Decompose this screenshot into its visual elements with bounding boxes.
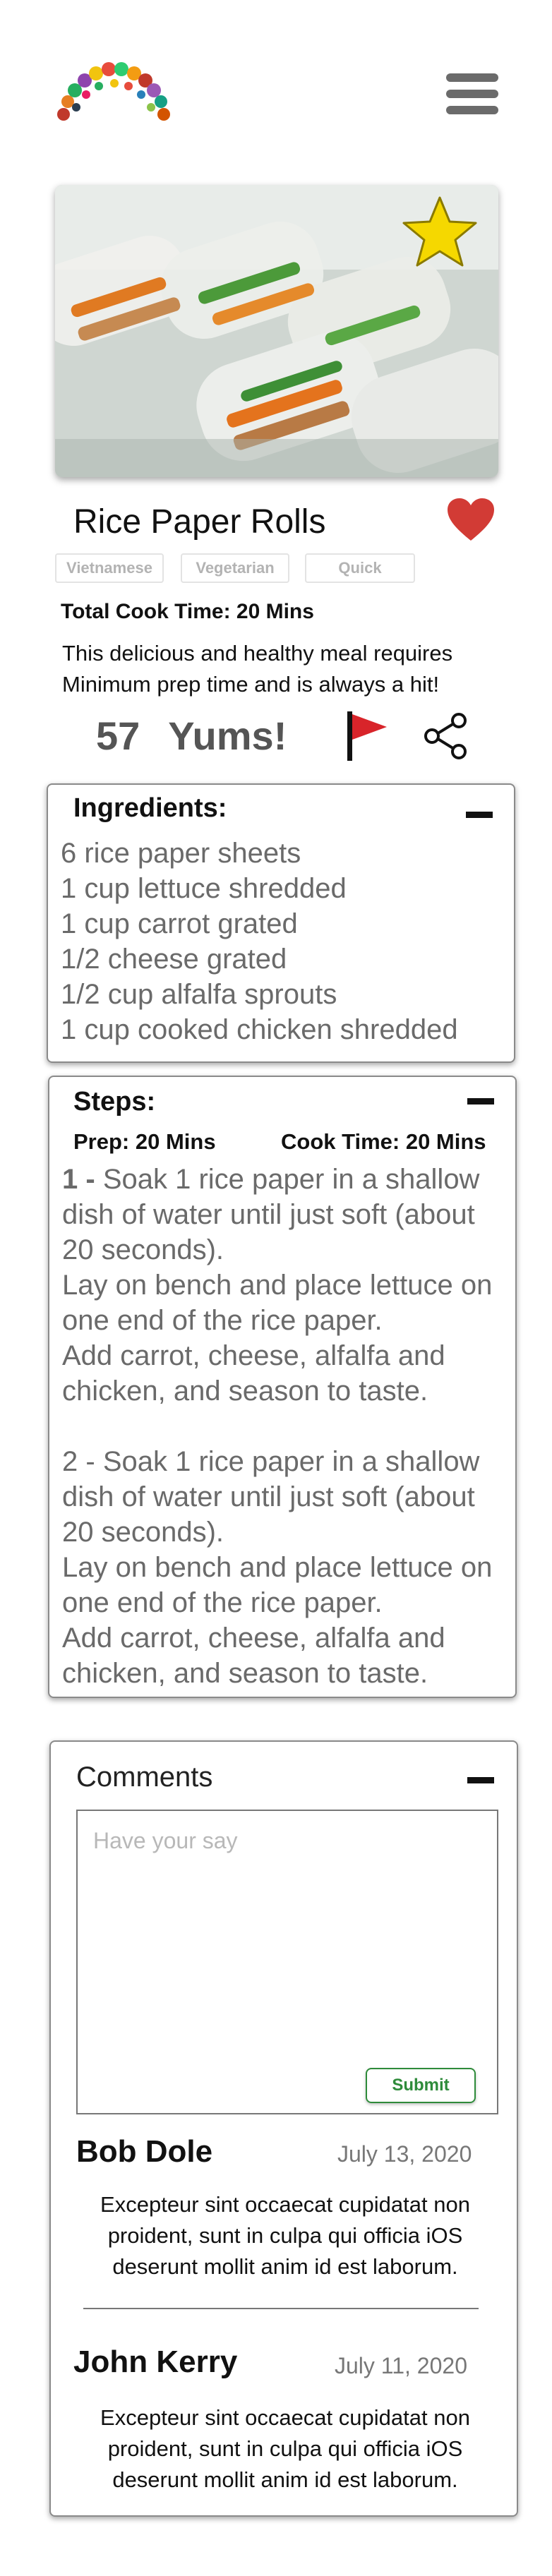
collapse-steps-minus-icon[interactable] [467, 1098, 494, 1105]
collapse-ingredients-minus-icon[interactable] [466, 812, 493, 818]
step-item: 1 - Soak 1 rice paper in a shallow dish … [62, 1162, 514, 1409]
recipe-title: Rice Paper Rolls [73, 503, 326, 541]
ingredient-item: 1 cup carrot grated [61, 908, 298, 939]
comment-body: Excepteur sint occaecat cupidatat non pr… [100, 2192, 470, 2279]
comment-author[interactable]: John Kerry [73, 2345, 237, 2380]
yums-count: 57 [96, 714, 140, 758]
prep-time: Prep: 20 Mins [73, 1129, 216, 1154]
step-item: 2 - Soak 1 rice paper in a shallow dish … [62, 1444, 514, 1691]
ingredient-item: 1/2 cheese grated [61, 944, 287, 975]
ingredient-item: 1 cup lettuce shredded [61, 873, 347, 904]
submit-button[interactable]: Submit [366, 2068, 476, 2103]
recipe-description: This delicious and healthy meal requires… [62, 641, 453, 697]
comment-date: July 13, 2020 [337, 2141, 472, 2167]
comment-date: July 11, 2020 [335, 2353, 467, 2378]
comment-placeholder: Have your say [93, 1828, 238, 1853]
tag-vegetarian[interactable]: Vegetarian [181, 553, 289, 583]
hamburger-menu-icon[interactable] [443, 69, 504, 119]
tag-vietnamese[interactable]: Vietnamese [55, 553, 164, 583]
comment-divider [83, 2308, 479, 2309]
step-number: 2 - [62, 1446, 95, 1477]
yums-label: Yums! [168, 714, 287, 758]
steps-heading: Steps: [73, 1087, 156, 1117]
step-text: Soak 1 rice paper in a shallow dish of w… [62, 1164, 493, 1407]
comment-author[interactable]: Bob Dole [76, 2134, 212, 2169]
comment-body: Excepteur sint occaecat cupidatat non pr… [100, 2405, 470, 2492]
collapse-comments-minus-icon[interactable] [467, 1777, 494, 1783]
site-logo[interactable] [55, 58, 172, 126]
total-cook-time: Total Cook Time: 20 Mins [61, 600, 314, 623]
ingredient-item: 6 rice paper sheets [61, 838, 301, 869]
comments-heading: Comments [76, 1762, 213, 1793]
share-icon[interactable] [422, 713, 469, 759]
ingredients-list: 6 rice paper sheets 1 cup lettuce shredd… [61, 836, 458, 1047]
favorite-star-icon[interactable] [401, 195, 479, 271]
flag-icon[interactable] [344, 710, 392, 762]
ingredient-item: 1 cup cooked chicken shredded [61, 1014, 458, 1045]
step-cook-time: Cook Time: 20 Mins [281, 1129, 486, 1154]
tag-quick[interactable]: Quick [305, 553, 415, 583]
heart-icon[interactable] [446, 497, 496, 542]
step-text: Soak 1 rice paper in a shallow dish of w… [62, 1446, 493, 1689]
yums-counter: 57 Yums! [96, 713, 287, 759]
steps-list: 1 - Soak 1 rice paper in a shallow dish … [62, 1162, 514, 1691]
ingredient-item: 1/2 cup alfalfa sprouts [61, 979, 337, 1010]
step-number: 1 - [62, 1164, 95, 1195]
ingredients-heading: Ingredients: [73, 793, 227, 823]
